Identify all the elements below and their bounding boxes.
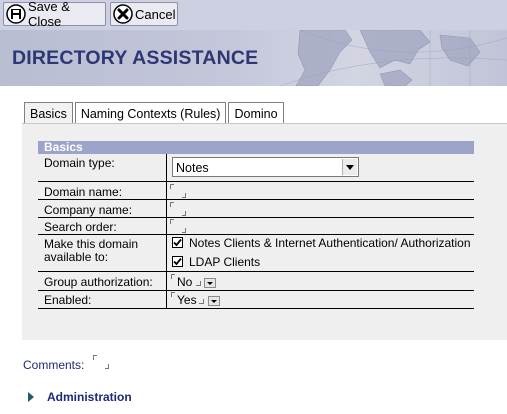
tab-naming-contexts[interactable]: Naming Contexts (Rules) [74, 102, 227, 124]
close-circle-icon [113, 4, 133, 24]
enabled-value[interactable]: Yes [177, 294, 197, 307]
checkmark-icon [173, 257, 182, 266]
ldap-clients-checkbox[interactable] [172, 256, 183, 267]
checkmark-icon [173, 238, 182, 247]
page-title: DIRECTORY ASSISTANCE [12, 47, 259, 69]
cancel-button[interactable]: Cancel [110, 2, 178, 26]
field-corner [196, 281, 201, 286]
tab-basics[interactable]: Basics [24, 102, 73, 125]
notes-clients-checkbox[interactable] [172, 237, 183, 248]
field-corner [171, 274, 175, 279]
comments-field[interactable] [93, 355, 111, 369]
divider [38, 290, 474, 291]
save-and-close-label: Save & Close [28, 0, 70, 29]
domain-type-value: Notes [176, 161, 209, 175]
divider [38, 199, 474, 200]
field-corner [199, 299, 204, 304]
toolbar: Save & Close Cancel [0, 0, 507, 30]
search-order-label: Search order: [44, 220, 117, 234]
disk-icon [6, 4, 26, 24]
section-header: Basics [38, 141, 474, 154]
enabled-dropdown[interactable] [208, 296, 220, 306]
divider [38, 181, 474, 182]
column-divider [166, 154, 167, 309]
company-name-field[interactable] [170, 202, 188, 216]
domain-name-label: Domain name: [44, 185, 123, 199]
divider [38, 308, 474, 309]
group-authorization-dropdown[interactable] [204, 278, 216, 288]
administration-label: Administration [47, 390, 132, 404]
company-name-label: Company name: [44, 203, 133, 217]
divider [38, 234, 474, 235]
tab-domino[interactable]: Domino [228, 102, 284, 124]
domain-type-select[interactable]: Notes [172, 157, 359, 177]
enabled-label: Enabled: [44, 293, 92, 307]
banner: DIRECTORY ASSISTANCE [0, 30, 507, 86]
ldap-clients-label: LDAP Clients [189, 255, 261, 269]
tab-bar: Basics Naming Contexts (Rules) Domino [24, 102, 286, 125]
divider [38, 217, 474, 218]
divider [38, 271, 474, 272]
domain-name-field[interactable] [170, 184, 188, 198]
group-authorization-value[interactable]: No [177, 276, 192, 289]
administration-section-toggle[interactable]: Administration [28, 390, 132, 404]
field-corner [171, 292, 175, 297]
comments-label: Comments: [23, 358, 85, 372]
search-order-field[interactable] [170, 219, 188, 233]
make-available-label-line2: available to: [44, 250, 109, 264]
save-and-close-button[interactable]: Save & Close [3, 0, 106, 29]
chevron-down-icon[interactable] [342, 159, 357, 175]
expand-triangle-icon [28, 392, 34, 402]
domain-type-label: Domain type: [44, 156, 115, 170]
notes-clients-label: Notes Clients & Internet Authentication/… [189, 236, 471, 250]
cancel-label: Cancel [135, 6, 176, 22]
group-authorization-label: Group authorization: [44, 275, 153, 289]
